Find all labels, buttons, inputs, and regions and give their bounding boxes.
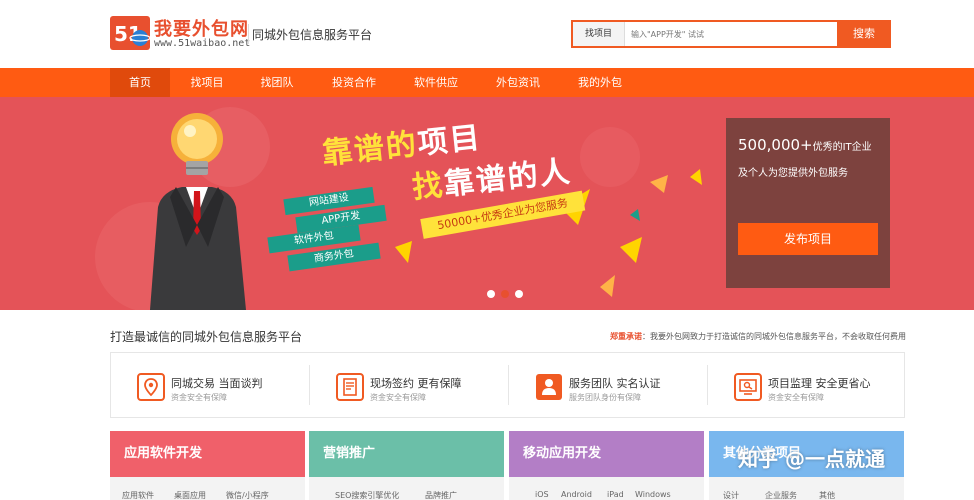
feature-subtitle: 服务团队身份有保障 [569, 393, 641, 402]
monitor-icon [734, 373, 762, 401]
carousel-dot-active[interactable] [501, 290, 509, 298]
publish-project-button[interactable]: 发布项目 [738, 223, 878, 255]
category-link[interactable]: 桌面应用 [174, 490, 206, 500]
card-body: 设计 企业服务 其他 [709, 477, 904, 500]
category-link[interactable]: iPad [607, 490, 624, 499]
promise-label: 郑重承诺 [610, 332, 642, 341]
category-link[interactable]: Android [561, 490, 592, 499]
location-icon [137, 373, 165, 401]
category-card-marketing[interactable]: 营销推广 SEO搜索引擎优化 品牌推广 [309, 431, 504, 500]
carousel-dot[interactable] [487, 290, 495, 298]
nav-item-investment[interactable]: 投资合作 [322, 68, 386, 97]
card-title: 营销推广 [323, 446, 376, 461]
category-link[interactable]: Windows [635, 490, 671, 499]
nav-item-my-outsourcing[interactable]: 我的外包 [568, 68, 632, 97]
card-title: 移动应用开发 [523, 446, 602, 461]
feature-verified-team: 服务团队 实名认证 服务团队身份有保障 [509, 353, 707, 417]
category-link[interactable]: 企业服务 [765, 490, 797, 500]
card-body: 应用软件 桌面应用 微信/小程序 [110, 477, 305, 500]
category-link[interactable]: 其他 [819, 490, 835, 500]
section-title: 打造最诚信的同城外包信息服务平台 [110, 330, 303, 344]
card-body: SEO搜索引擎优化 品牌推广 [309, 477, 504, 500]
category-card-mobile[interactable]: 移动应用开发 iOS Android iPad Windows [509, 431, 704, 500]
feature-title: 现场签约 更有保障 [370, 377, 462, 390]
slogan-highlight: 找 [410, 167, 447, 206]
feature-title: 项目监理 安全更省心 [768, 377, 871, 390]
nav-item-home[interactable]: 首页 [110, 68, 170, 97]
category-link[interactable]: 设计 [723, 490, 739, 500]
promo-description: 及个人为您提供外包服务 [738, 168, 848, 179]
main-nav: 首页 找项目 找团队 投资合作 软件供应 外包资讯 我的外包 [0, 68, 974, 97]
feature-local-trade: 同城交易 当面谈判 资金安全有保障 [111, 353, 309, 417]
logo-url: www.51waibao.net [154, 38, 251, 49]
category-link[interactable]: SEO搜索引擎优化 [335, 490, 399, 500]
feature-subtitle: 资金安全有保障 [171, 393, 227, 402]
search-bar: 找项目 搜索 [571, 20, 891, 48]
team-icon [536, 374, 562, 400]
category-link[interactable]: iOS [535, 490, 549, 499]
category-link[interactable]: 品牌推广 [425, 490, 457, 500]
feature-title: 同城交易 当面谈判 [171, 377, 263, 390]
promo-count-number: 500,000+ [738, 136, 813, 154]
card-title: 应用软件开发 [124, 446, 203, 461]
feature-supervision: 项目监理 安全更省心 资金安全有保障 [708, 353, 906, 417]
watermark: 知乎 @一点就通 [738, 447, 885, 471]
category-card-app-software[interactable]: 应用软件开发 应用软件 桌面应用 微信/小程序 [110, 431, 305, 500]
promo-count: 500,000+优秀的IT企业 [738, 136, 872, 154]
feature-onsite-signing: 现场签约 更有保障 资金安全有保障 [310, 353, 508, 417]
category-link[interactable]: 应用软件 [122, 490, 154, 500]
feature-title: 服务团队 实名认证 [569, 377, 661, 390]
nav-item-find-team[interactable]: 找团队 [248, 68, 306, 97]
logo-divider [248, 24, 249, 44]
publish-promo-panel: 500,000+优秀的IT企业 及个人为您提供外包服务 发布项目 [726, 118, 890, 288]
promise-note: 郑重承诺：我要外包网致力于打造诚信的同城外包信息服务平台，不会收取任何费用 [610, 331, 906, 342]
promo-count-suffix: 优秀的IT企业 [812, 142, 872, 153]
site-header: 51 我要外包网 www.51waibao.net 同城外包信息服务平台 找项目… [0, 0, 974, 68]
card-header: 应用软件开发 [110, 431, 305, 477]
nav-item-find-project[interactable]: 找项目 [178, 68, 236, 97]
card-header: 移动应用开发 [509, 431, 704, 477]
feature-subtitle: 资金安全有保障 [768, 393, 824, 402]
site-tagline: 同城外包信息服务平台 [252, 28, 373, 42]
feature-strip: 同城交易 当面谈判 资金安全有保障 现场签约 更有保障 资金安全有保障 服务团队… [110, 352, 905, 418]
carousel-dot[interactable] [515, 290, 523, 298]
contract-icon [336, 373, 364, 401]
category-link[interactable]: 微信/小程序 [226, 490, 269, 500]
feature-subtitle: 资金安全有保障 [370, 393, 426, 402]
nav-item-software-supply[interactable]: 软件供应 [404, 68, 468, 97]
search-input[interactable] [629, 22, 837, 46]
promise-text: ：我要外包网致力于打造诚信的同城外包信息服务平台，不会收取任何费用 [642, 332, 906, 341]
nav-item-news[interactable]: 外包资讯 [486, 68, 550, 97]
card-header: 营销推广 [309, 431, 504, 477]
search-button[interactable]: 搜索 [837, 20, 891, 48]
search-type-select[interactable]: 找项目 [573, 22, 625, 46]
card-body: iOS Android iPad Windows [509, 477, 704, 500]
logo-icon[interactable]: 51 [110, 16, 150, 50]
